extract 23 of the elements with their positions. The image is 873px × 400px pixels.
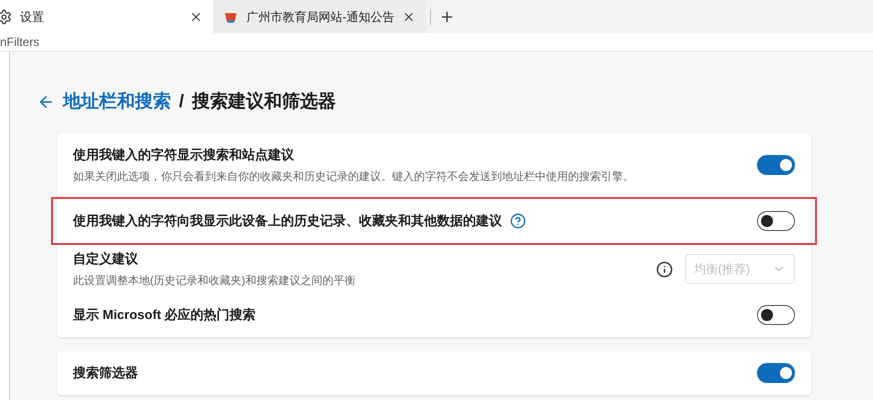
address-bar[interactable]: nFilters <box>0 33 873 52</box>
browser-tab[interactable]: 设置 <box>0 0 213 33</box>
help-icon[interactable] <box>510 213 526 229</box>
page-title: 搜索建议和筛选器 <box>192 90 336 113</box>
new-tab-icon[interactable] <box>439 8 455 24</box>
info-icon[interactable] <box>656 260 673 278</box>
tab-title: 广州市教育局网站-通知公告 <box>246 8 394 26</box>
setting-title: 显示 Microsoft 必应的热门搜索 <box>73 306 256 324</box>
tab-title: 设置 <box>20 8 45 26</box>
toggle-switch[interactable] <box>757 363 795 383</box>
toggle-switch[interactable] <box>757 155 795 175</box>
breadcrumb-link[interactable]: 地址栏和搜索 <box>63 88 171 115</box>
setting-description: 如果关闭此选项，你只会看到来自你的收藏夹和历史记录的建议。键入的字符不会发送到地址栏中使用的搜索引擎。 <box>73 170 634 184</box>
settings-icon <box>0 8 12 24</box>
browser-tab[interactable]: 广州市教育局网站-通知公告 <box>213 0 426 33</box>
setting-title: 搜索筛选器 <box>73 364 138 382</box>
setting-title: 使用我键入的字符向我显示此设备上的历史记录、收藏夹和其他数据的建议 <box>73 212 502 230</box>
toggle-switch[interactable] <box>757 211 795 231</box>
setting-description: 此设置调整本地(历史记录和收藏夹)和搜索建议之间的平衡 <box>73 274 356 288</box>
setting-title: 使用我键入的字符显示搜索和站点建议 <box>73 146 294 164</box>
breadcrumb-separator: / <box>179 90 184 113</box>
setting-title: 自定义建议 <box>73 250 139 268</box>
toggle-switch[interactable] <box>757 305 795 325</box>
